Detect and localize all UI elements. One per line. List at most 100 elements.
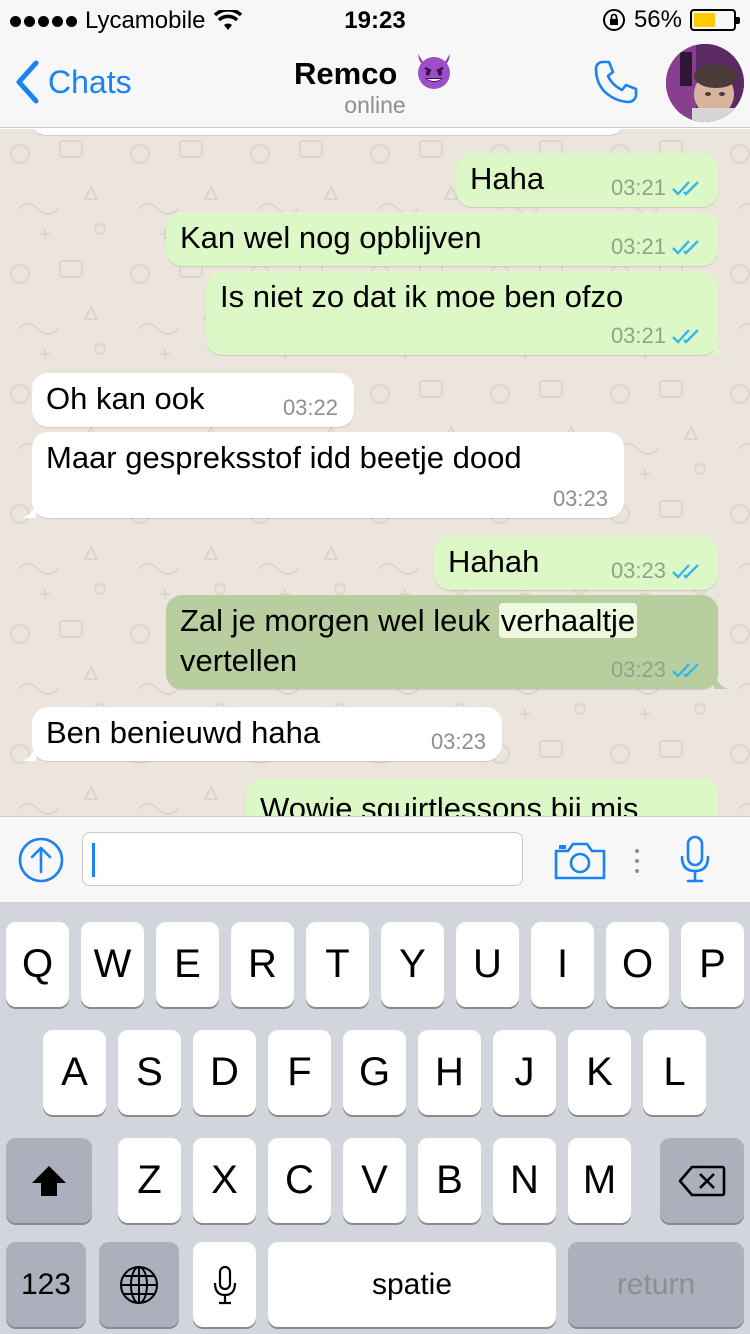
key-r[interactable]: R — [231, 922, 294, 1007]
upload-icon[interactable] — [17, 836, 65, 884]
space-key[interactable]: spatie — [268, 1242, 556, 1327]
message-meta: 03:21 — [611, 325, 702, 347]
bubble-tail — [714, 671, 728, 689]
key-z[interactable]: Z — [118, 1138, 181, 1223]
message-time: 03:23 — [610, 558, 666, 583]
message-meta: 03:22 — [283, 397, 338, 419]
smiling-devil-emoji-icon — [418, 54, 450, 89]
key-t[interactable]: T — [306, 922, 369, 1007]
key-q[interactable]: Q — [6, 922, 69, 1007]
camera-icon[interactable] — [553, 839, 607, 881]
key-e[interactable]: E — [156, 922, 219, 1007]
key-f[interactable]: F — [268, 1030, 331, 1115]
bubble-tail — [22, 500, 36, 518]
return-key[interactable]: return — [568, 1242, 744, 1327]
key-h[interactable]: H — [418, 1030, 481, 1115]
message-text: Is niet zo dat ik moe ben ofzo — [220, 279, 624, 314]
key-o[interactable]: O — [606, 922, 669, 1007]
battery-icon — [690, 9, 740, 31]
message-time: 03:22 — [282, 395, 338, 420]
backspace-icon — [678, 1165, 726, 1196]
message-bubble-outgoing[interactable]: Haha 03:21 — [456, 153, 718, 207]
key-l[interactable]: L — [643, 1030, 706, 1115]
read-receipt-icon — [672, 663, 699, 678]
more-options-dots-icon — [635, 849, 639, 873]
key-j[interactable]: J — [493, 1030, 556, 1115]
message-time: 03:21 — [610, 175, 666, 200]
message-bubble-outgoing[interactable]: Hahah 03:23 — [434, 536, 718, 590]
key-x[interactable]: X — [193, 1138, 256, 1223]
shift-icon — [32, 1165, 66, 1196]
key-s[interactable]: S — [118, 1030, 181, 1115]
battery-group: 56% — [602, 6, 740, 34]
message-text-part: vertellen — [180, 643, 298, 678]
key-n[interactable]: N — [493, 1138, 556, 1223]
key-i[interactable]: I — [531, 922, 594, 1007]
globe-icon — [120, 1265, 158, 1304]
read-receipt-icon — [672, 240, 699, 255]
message-bubble-outgoing[interactable]: Wowie squirtlessons bij mis — [246, 779, 718, 816]
message-bubble-incoming[interactable]: Oh kan ook 03:22 — [32, 373, 354, 427]
message-time: 03:21 — [610, 234, 666, 259]
bubble-tail — [22, 743, 36, 761]
highlighted-word: verhaaltje — [498, 603, 638, 638]
shift-key[interactable] — [6, 1138, 92, 1223]
key-c[interactable]: C — [268, 1138, 331, 1223]
message-meta: 03:23 — [431, 731, 486, 753]
key-u[interactable]: U — [456, 922, 519, 1007]
numbers-key[interactable]: 123 — [6, 1242, 86, 1327]
message-time: 03:23 — [552, 486, 608, 511]
battery-percent: 56% — [633, 6, 682, 33]
message-time: 03:23 — [430, 729, 486, 754]
keyboard: Q W E R T Y U I O P A S D F G H J K L Z … — [0, 902, 750, 1334]
message-bubble-outgoing-selected[interactable]: Zal je morgen wel leuk verhaaltje vertell… — [166, 595, 728, 689]
message-meta: 03:23 — [611, 659, 702, 681]
key-y[interactable]: Y — [381, 922, 444, 1007]
key-m[interactable]: M — [568, 1138, 631, 1223]
key-w[interactable]: W — [81, 922, 144, 1007]
key-a[interactable]: A — [43, 1030, 106, 1115]
message-text-part: Zal je morgen wel leuk — [180, 603, 499, 638]
microphone-icon[interactable] — [678, 835, 712, 885]
call-button[interactable] — [592, 58, 640, 111]
avatar-photo — [666, 44, 744, 122]
backspace-key[interactable] — [660, 1138, 744, 1223]
key-k[interactable]: K — [568, 1030, 631, 1115]
key-d[interactable]: D — [193, 1030, 256, 1115]
contact-avatar[interactable] — [666, 44, 744, 122]
message-bubble-partial-top[interactable] — [30, 129, 625, 135]
message-text: Ben benieuwd haha — [46, 715, 321, 750]
key-g[interactable]: G — [343, 1030, 406, 1115]
message-time: 03:23 — [610, 657, 666, 682]
message-bubble-incoming[interactable]: Ben benieuwd haha 03:23 — [22, 707, 502, 761]
composer-bar — [0, 816, 750, 902]
read-receipt-icon — [672, 329, 699, 344]
text-cursor — [92, 843, 95, 877]
message-bubble-outgoing[interactable]: Kan wel nog opblijven 03:21 — [166, 212, 718, 266]
read-receipt-icon — [672, 181, 699, 196]
key-v[interactable]: V — [343, 1138, 406, 1223]
message-meta: 03:23 — [553, 488, 608, 510]
microphone-icon — [213, 1265, 236, 1304]
read-receipt-icon — [672, 564, 699, 579]
status-bar: Lycamobile 19:23 56% — [0, 0, 750, 40]
message-list[interactable]: Haha 03:21 Kan wel nog opblijven 03:21 I… — [0, 129, 750, 816]
globe-key[interactable] — [99, 1242, 179, 1327]
bubble-tail — [714, 337, 728, 355]
key-b[interactable]: B — [418, 1138, 481, 1223]
message-text: Maar gespreksstof idd beetje dood — [46, 440, 522, 475]
message-meta: 03:23 — [611, 560, 702, 582]
contact-name: Remco — [294, 56, 398, 91]
dictation-key[interactable] — [193, 1242, 256, 1327]
message-input[interactable] — [82, 832, 523, 886]
message-meta: 03:21 — [611, 177, 702, 199]
message-text: Wowie squirtlessons bij mis — [260, 791, 639, 816]
message-bubble-incoming[interactable]: Maar gespreksstof idd beetje dood 03:23 — [22, 432, 624, 518]
message-meta: 03:21 — [611, 236, 702, 258]
message-bubble-outgoing[interactable]: Is niet zo dat ik moe ben ofzo 03:21 — [206, 271, 728, 355]
key-p[interactable]: P — [681, 922, 744, 1007]
rotation-lock-icon — [602, 9, 625, 31]
chat-header: Chats Remco online — [0, 40, 750, 128]
phone-icon — [594, 60, 638, 104]
message-time: 03:21 — [610, 323, 666, 348]
